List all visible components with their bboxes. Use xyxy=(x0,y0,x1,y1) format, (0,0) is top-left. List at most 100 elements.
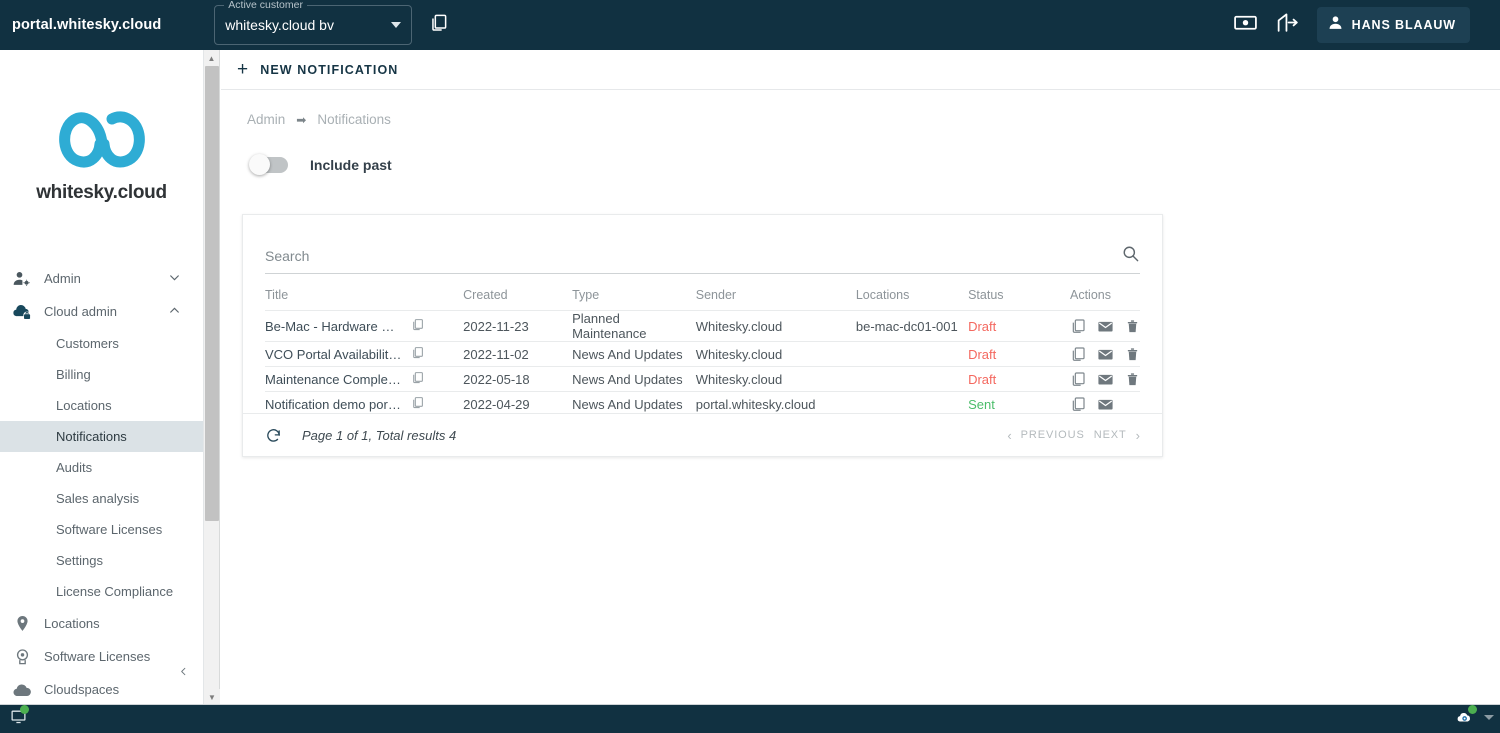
banknote-icon[interactable] xyxy=(1233,10,1258,40)
sidebar-item-label: Audits xyxy=(56,460,93,475)
trash-icon[interactable] xyxy=(1125,372,1140,387)
cell-locations xyxy=(855,341,969,367)
active-customer-value: whitesky.cloud bv xyxy=(225,17,334,33)
sidebar-item-customers[interactable]: Customers xyxy=(0,328,203,359)
sidebar-item-label: Locations xyxy=(44,616,100,631)
sidebar-collapse-button[interactable] xyxy=(178,664,189,683)
sidebar-item-label: Cloud admin xyxy=(44,304,117,319)
status-badge: Sent xyxy=(968,396,995,412)
trash-icon[interactable] xyxy=(1125,319,1140,334)
envelope-icon[interactable] xyxy=(1097,318,1114,335)
cell-status: Draft xyxy=(968,310,1070,342)
breadcrumb-notifications: Notifications xyxy=(317,112,391,127)
notification-title-link[interactable]: Be-Mac - Hardware Upgr... xyxy=(265,319,402,334)
brand-logo-text: whitesky.cloud xyxy=(36,182,167,203)
cell-type: News And Updates xyxy=(572,341,696,367)
sidebar-item-software-licenses-sub[interactable]: Software Licenses xyxy=(0,514,203,545)
sidebar-item-admin[interactable]: Admin xyxy=(0,262,203,295)
sidebar-item-notifications[interactable]: Notifications xyxy=(0,421,203,452)
eye-cloud-icon[interactable] xyxy=(1456,705,1477,731)
cell-status: Draft xyxy=(968,366,1070,392)
copy-icon[interactable] xyxy=(1070,371,1086,387)
page-action-bar: + NEW NOTIFICATION xyxy=(221,50,1500,90)
person-gear-icon xyxy=(0,269,44,289)
cell-sender: Whitesky.cloud xyxy=(695,341,856,367)
table-row: Maintenance Completed ... 2022-05-18 New… xyxy=(265,366,1140,392)
next-page-button[interactable]: NEXT xyxy=(1094,429,1127,441)
cell-created: 2022-11-23 xyxy=(463,310,573,342)
status-badge: Draft xyxy=(968,318,997,334)
notification-title-link[interactable]: Notification demo portal.... xyxy=(265,397,402,412)
sidebar-item-label: Sales analysis xyxy=(56,491,140,506)
trash-icon[interactable] xyxy=(1125,347,1140,362)
status-badge: Draft xyxy=(968,371,997,387)
cell-locations xyxy=(855,366,969,392)
include-past-label: Include past xyxy=(310,157,392,173)
column-actions: Actions xyxy=(1070,288,1111,302)
search-icon[interactable] xyxy=(1121,244,1140,268)
column-title: Title xyxy=(265,288,289,302)
envelope-icon[interactable] xyxy=(1097,371,1114,388)
user-menu-button[interactable]: HANS BLAAUW xyxy=(1316,7,1470,43)
notification-title-link[interactable]: VCO Portal Availability Is... xyxy=(265,347,402,362)
monitor-icon[interactable] xyxy=(10,705,29,730)
copy-icon[interactable] xyxy=(411,346,424,362)
caret-down-icon[interactable] xyxy=(1484,715,1494,720)
column-status: Status xyxy=(968,288,1004,302)
chevron-right-icon: › xyxy=(1135,427,1140,443)
cell-actions xyxy=(1070,366,1140,392)
cell-status: Draft xyxy=(968,341,1070,367)
sidebar-scrollbar[interactable]: ▲ ▼ xyxy=(204,50,220,705)
copy-icon[interactable] xyxy=(411,318,424,334)
arrow-right-icon: ➡ xyxy=(296,112,307,127)
page-info-label: Page 1 of 1, Total results 4 xyxy=(302,427,457,443)
sidebar-item-label: Notifications xyxy=(56,429,127,444)
sidebar-item-cloudspaces[interactable]: Cloudspaces xyxy=(0,673,203,705)
notification-title-link[interactable]: Maintenance Completed ... xyxy=(265,372,402,387)
sidebar-item-label: License Compliance xyxy=(56,584,174,599)
copy-icon[interactable] xyxy=(411,396,424,412)
sidebar-item-audits[interactable]: Audits xyxy=(0,452,203,483)
breadcrumb-admin[interactable]: Admin xyxy=(247,112,285,127)
envelope-icon[interactable] xyxy=(1097,346,1114,363)
sidebar: whitesky.cloud Admin Cloud admin Custome… xyxy=(0,50,204,705)
sidebar-item-locations[interactable]: Locations xyxy=(0,607,203,640)
include-past-toggle[interactable] xyxy=(249,154,288,175)
system-taskbar xyxy=(0,705,1500,733)
sidebar-item-locations-sub[interactable]: Locations xyxy=(0,390,203,421)
person-icon xyxy=(1327,14,1344,36)
envelope-icon[interactable] xyxy=(1097,396,1114,413)
copy-icon[interactable] xyxy=(1070,346,1086,362)
copy-icon[interactable] xyxy=(1070,396,1086,412)
copy-icon[interactable] xyxy=(1070,318,1086,334)
copy-icon[interactable] xyxy=(411,371,424,387)
column-sender: Sender xyxy=(695,288,737,302)
search-input[interactable] xyxy=(265,247,1121,264)
new-notification-button[interactable]: + NEW NOTIFICATION xyxy=(237,60,398,79)
previous-page-button[interactable]: PREVIOUS xyxy=(1021,429,1085,441)
cell-created: 2022-11-02 xyxy=(463,341,573,367)
table-row: VCO Portal Availability Is... 2022-11-02… xyxy=(265,341,1140,367)
scroll-down-arrow-icon[interactable]: ▼ xyxy=(204,689,220,705)
logout-icon[interactable] xyxy=(1275,10,1300,40)
plus-icon: + xyxy=(237,59,250,80)
scrollbar-thumb[interactable] xyxy=(205,66,219,521)
sidebar-item-sales-analysis[interactable]: Sales analysis xyxy=(0,483,203,514)
sidebar-item-label: Settings xyxy=(56,553,103,568)
sidebar-item-cloud-admin[interactable]: Cloud admin xyxy=(0,295,203,328)
copy-icon[interactable] xyxy=(429,13,448,37)
sidebar-item-license-compliance[interactable]: License Compliance xyxy=(0,576,203,607)
sidebar-item-settings[interactable]: Settings xyxy=(0,545,203,576)
chevron-left-icon: ‹ xyxy=(1007,427,1012,443)
refresh-icon[interactable] xyxy=(265,427,282,444)
active-customer-select[interactable]: Active customer whitesky.cloud bv xyxy=(214,0,413,45)
status-dot xyxy=(1468,705,1477,714)
include-past-row: Include past xyxy=(221,127,1500,175)
scroll-up-arrow-icon[interactable]: ▲ xyxy=(204,50,219,66)
new-notification-label: NEW NOTIFICATION xyxy=(260,62,399,77)
sidebar-item-billing[interactable]: Billing xyxy=(0,359,203,390)
notifications-card: Title Created Type Sender Locations Stat… xyxy=(242,214,1163,457)
table-header-row: Title Created Type Sender Locations Stat… xyxy=(265,274,1140,311)
status-badge: Draft xyxy=(968,346,997,362)
sidebar-item-software-licenses[interactable]: Software Licenses xyxy=(0,640,203,673)
